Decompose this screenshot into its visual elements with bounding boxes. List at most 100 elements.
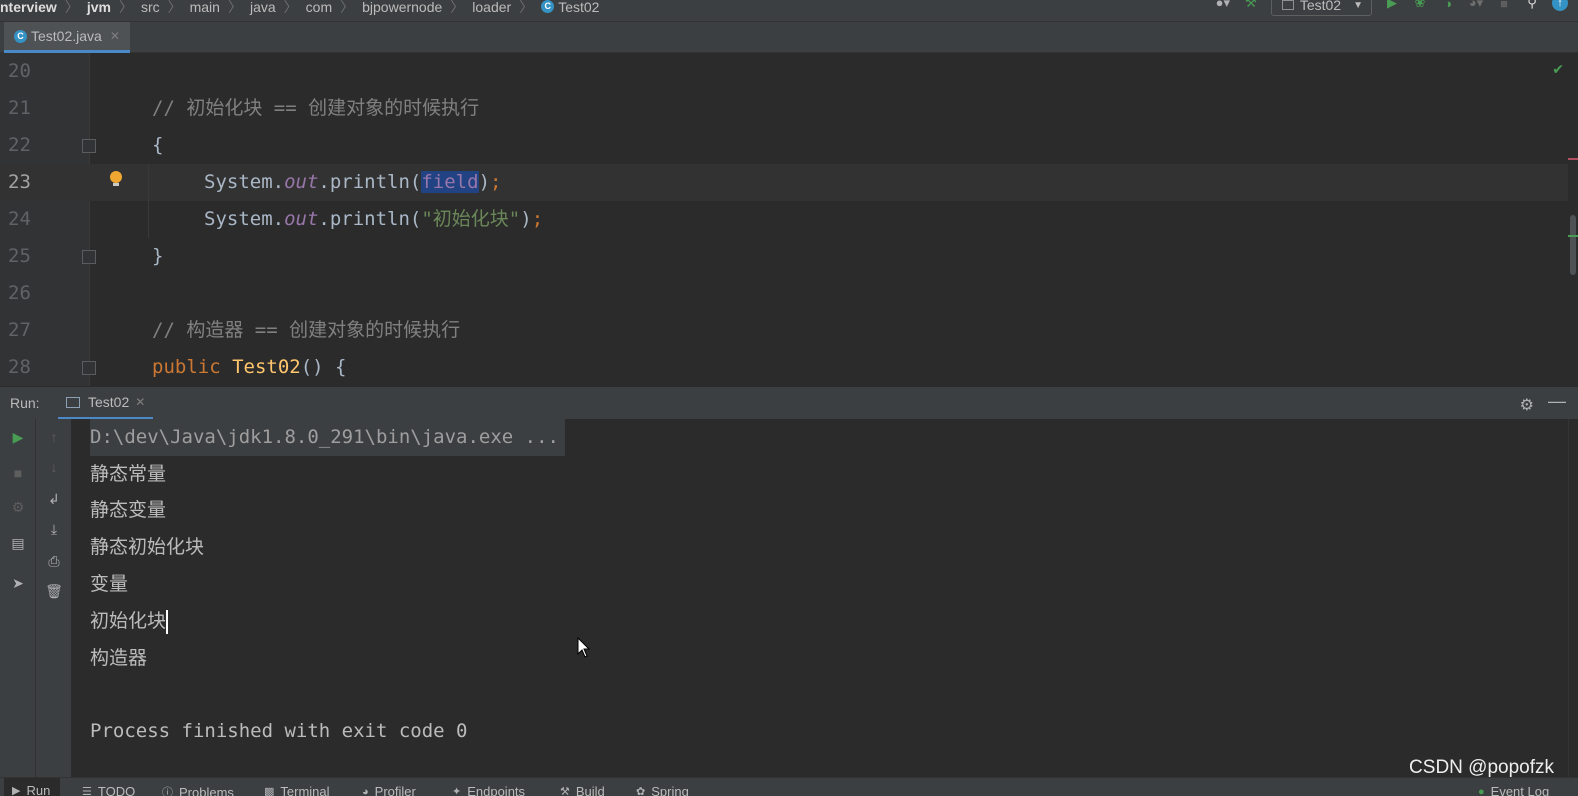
chevron-right-icon: 〉 (167, 0, 182, 15)
tab-run-test02[interactable]: Test02 ✕ (58, 387, 154, 420)
profile-icon[interactable]: ◕▾ (1468, 0, 1484, 11)
code-string: "初始化块" (421, 208, 521, 230)
tool-endpoints[interactable]: ✦ Endpoints (452, 784, 525, 796)
code-token: .println( (318, 208, 422, 230)
tool-label: Terminal (280, 784, 330, 796)
java-class-icon: C (14, 29, 27, 43)
tool-problems[interactable]: ⓘ Problems (162, 784, 234, 796)
tab-test02-java[interactable]: C Test02.java ✕ (4, 22, 130, 53)
rerun-icon[interactable]: ▶ (0, 425, 36, 449)
arrow-up-icon[interactable]: ↑ (36, 425, 72, 449)
breadcrumb-module[interactable]: jvm 〉 (87, 0, 141, 17)
close-icon[interactable]: ✕ (110, 29, 120, 43)
code-keyword: public (152, 356, 221, 378)
console-actions-toolbar: ↑ ↓ ↲ ⤓ ⎙ 🗑 (36, 419, 72, 777)
breadcrumb-project[interactable]: nterview 〉 (0, 0, 87, 17)
console-icon (1281, 0, 1294, 10)
user-icon[interactable]: ●▾ (1215, 0, 1231, 11)
breadcrumb-java[interactable]: java 〉 (250, 0, 306, 17)
arrow-down-icon[interactable]: ↓ (36, 455, 72, 479)
code-line: 27 // 构造器 == 创建对象的时候执行 (0, 312, 1568, 349)
tool-terminal[interactable]: ▩ Terminal (264, 784, 330, 796)
run-icon[interactable]: ▶ (1384, 0, 1400, 11)
console-scrollbar[interactable] (1568, 419, 1578, 777)
tool-window-bar: ▶ Run ☰ TODO ⓘ Problems ▩ Terminal ◕ Profiler… (0, 777, 1578, 796)
stop-icon[interactable]: ■ (0, 461, 36, 485)
print-icon[interactable]: ⎙ (36, 549, 72, 573)
breadcrumb-src[interactable]: src 〉 (141, 0, 190, 17)
profiler-icon: ◕ (362, 785, 369, 796)
breadcrumb-loader[interactable]: loader 〉 (472, 0, 541, 17)
breadcrumb-class[interactable]: C Test02 (541, 0, 599, 15)
scroll-to-end-icon[interactable]: ⤓ (36, 517, 72, 541)
line-number: 22 (8, 134, 31, 156)
chevron-right-icon: 〉 (519, 0, 534, 15)
watermark: CSDN @popofzk (1409, 757, 1554, 778)
fold-marker-icon[interactable] (82, 139, 96, 153)
console-line: 构造器 (90, 647, 148, 669)
minimize-icon[interactable]: — (1548, 391, 1566, 412)
breadcrumb-label: src (140, 0, 160, 15)
update-icon[interactable]: ↑ (1552, 0, 1568, 11)
indent-guide (148, 164, 149, 238)
code-line: 26 (0, 275, 1568, 312)
tool-profiler[interactable]: ◕ Profiler (362, 784, 416, 796)
breadcrumb-label: jvm (86, 0, 111, 15)
tool-run[interactable]: ▶ Run (4, 778, 61, 796)
tool-label: Problems (179, 784, 234, 796)
code-line-current: 23 System.out.println(field); (0, 164, 1568, 201)
close-icon[interactable]: ✕ (135, 395, 145, 409)
code-token-field: out (284, 208, 319, 230)
code-line: 22 { (0, 127, 1568, 164)
coverage-icon[interactable]: ◑ (1440, 0, 1456, 11)
code-editor[interactable]: 20 21 // 初始化块 == 创建对象的时候执行 22 { 23 Syste… (0, 53, 1578, 386)
run-configuration-select[interactable]: Test02 ▼ (1270, 0, 1372, 16)
console-exit-line: Process finished with exit code 0 (90, 720, 468, 742)
run-actions-toolbar: ▶ ■ ⚙ ▤ ➤ (0, 419, 36, 777)
gear-icon[interactable]: ⚙ (1520, 395, 1534, 415)
code-token: () { (300, 356, 347, 378)
hammer-icon: ⚒ (560, 786, 570, 796)
layout-icon[interactable]: ▤ (0, 531, 36, 555)
console-output[interactable]: D:\dev\Java\jdk1.8.0_291\bin\java.exe ..… (72, 419, 1568, 777)
tool-label: Profiler (374, 784, 416, 796)
tool-build[interactable]: ⚒ Build (560, 784, 605, 796)
tool-todo[interactable]: ☰ TODO (82, 784, 135, 796)
check-icon[interactable]: ✔ (1552, 61, 1564, 78)
run-label: Run: (10, 395, 40, 411)
tool-event-log[interactable]: ● Event Log (1478, 784, 1549, 796)
fold-marker-icon[interactable] (82, 361, 96, 375)
run-tool-window-header: Run: Test02 ✕ ⚙ — (0, 386, 1578, 420)
editor-scrollbar[interactable] (1568, 53, 1578, 386)
tool-spring[interactable]: ✿ Spring (636, 784, 689, 796)
dump-threads-icon[interactable]: ⚙ (0, 495, 36, 519)
search-icon[interactable]: ⚲ (1524, 0, 1540, 11)
scroll-thumb[interactable] (1570, 215, 1576, 275)
trash-icon[interactable]: 🗑 (36, 579, 72, 603)
code-brace: { (152, 134, 164, 156)
stop-icon[interactable]: ■ (1496, 0, 1512, 11)
debug-icon[interactable]: ❀ (1412, 0, 1428, 11)
chevron-right-icon: 〉 (118, 0, 133, 15)
tool-label: TODO (97, 784, 136, 796)
pin-icon[interactable]: ➤ (0, 571, 36, 595)
fold-marker-icon[interactable] (82, 250, 96, 264)
code-token: System. (204, 208, 285, 230)
info-icon: ⓘ (162, 787, 173, 796)
soft-wrap-icon[interactable]: ↲ (36, 487, 72, 511)
code-token: .println( (318, 171, 422, 193)
lightbulb-icon[interactable] (109, 170, 123, 190)
run-icon: ▶ (12, 785, 21, 796)
chevron-down-icon: ▼ (1353, 0, 1363, 11)
breadcrumb-com[interactable]: com 〉 (306, 0, 362, 17)
breadcrumb-package[interactable]: bjpowernode 〉 (362, 0, 472, 17)
breadcrumb-main[interactable]: main 〉 (190, 0, 250, 17)
event-log-icon: ● (1478, 785, 1485, 796)
tool-label: Event Log (1490, 784, 1550, 796)
tool-label: Build (575, 784, 605, 796)
console-line: 静态常量 (90, 463, 167, 485)
breadcrumb-label: loader (472, 0, 512, 15)
hammer-icon[interactable]: ⚒ (1243, 0, 1259, 11)
console-icon (66, 396, 80, 408)
code-token: ; (490, 171, 502, 193)
